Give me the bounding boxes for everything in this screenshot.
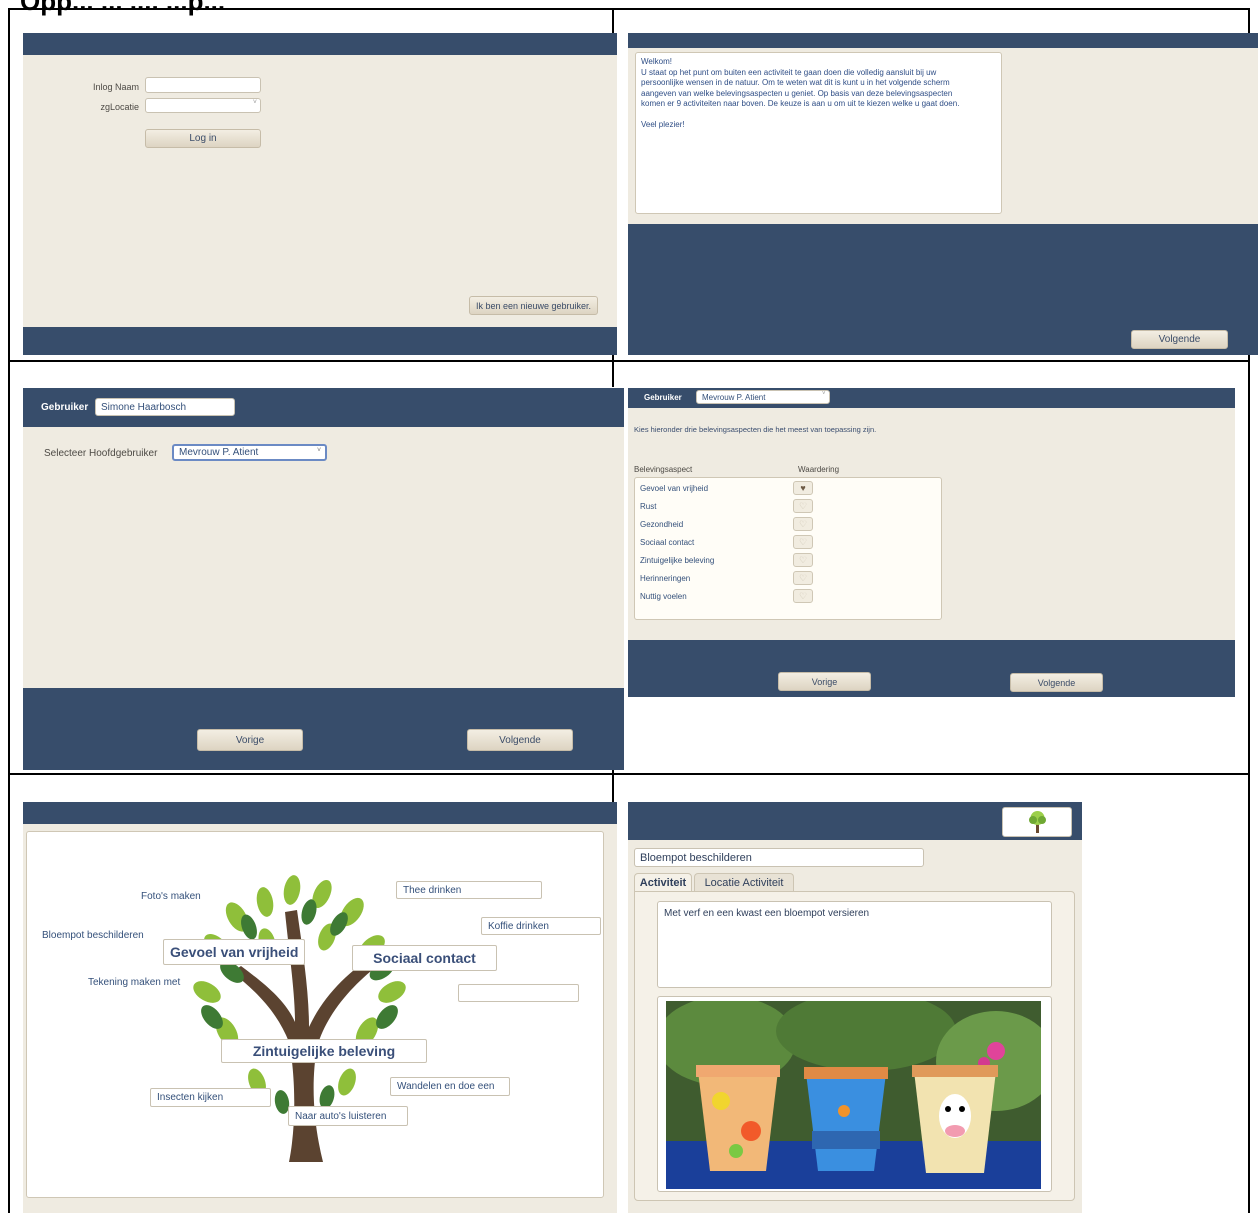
tab-content: Met verf en een kwast een bloempot versi… (634, 891, 1075, 1201)
activity-label-insecten[interactable]: Insecten kijken (150, 1088, 271, 1107)
chevron-down-icon: ˅ (317, 447, 322, 454)
heart-icon[interactable]: ♡ (793, 499, 813, 513)
activity-label-thee[interactable]: Thee drinken (396, 881, 542, 899)
heart-icon[interactable]: ♡ (793, 517, 813, 531)
next-button[interactable]: Volgende (467, 729, 573, 751)
new-user-button[interactable]: Ik ben een nieuwe gebruiker. (469, 296, 598, 315)
welcome-line: U staat op het punt om buiten een activi… (641, 67, 937, 77)
grid-line (612, 8, 614, 34)
grid-line (8, 773, 1250, 775)
activity-title-input[interactable]: Bloempot beschilderen (634, 848, 924, 867)
login-name-label: Inlog Naam (92, 82, 139, 92)
table-row: Nuttig voelen (635, 587, 941, 605)
location-label: zgLocatie (100, 102, 139, 112)
chevron-down-icon: ˅ (252, 99, 257, 106)
chevron-down-icon: ˅ (822, 391, 826, 397)
aspects-screen: Gebruiker Mevrouw P. Atient ˅ Kies hiero… (628, 388, 1235, 697)
activity-empty-field[interactable] (458, 984, 579, 1002)
table-row: Rust (635, 497, 941, 515)
aspect-label-zintuig[interactable]: Zintuigelijke beleving (221, 1039, 427, 1063)
heart-icon[interactable]: ♡ (793, 553, 813, 567)
tree-canvas: Foto's maken Thee drinken Koffie drinken… (26, 831, 604, 1198)
user-select[interactable]: Mevrouw P. Atient (696, 390, 830, 404)
instruction-text: Kies hieronder drie belevingsaspecten di… (634, 425, 877, 434)
top-bar (23, 802, 617, 824)
aspects-table: Gevoel van vrijheid ♥ Rust ♡ Gezondheid … (634, 477, 942, 620)
activity-body: Bloempot beschilderen Activiteit Locatie… (628, 840, 1082, 1213)
table-row: Gevoel van vrijheid (635, 479, 941, 497)
grid-line (8, 8, 10, 1213)
tree-icon (1029, 811, 1046, 833)
aspect-label: Rust (640, 501, 657, 511)
user-label: Gebruiker (644, 393, 682, 402)
activity-label-koffie[interactable]: Koffie drinken (481, 917, 601, 935)
description-box[interactable]: Met verf en een kwast een bloempot versi… (657, 901, 1052, 988)
heart-icon[interactable]: ♡ (793, 535, 813, 549)
next-button[interactable]: Volgende (1010, 673, 1103, 692)
table-row: Sociaal contact (635, 533, 941, 551)
login-screen: Inlog Naam zgLocatie ˅ Log in Ik ben een… (23, 33, 617, 355)
activity-label-wandelen[interactable]: Wandelen en doe een (390, 1077, 510, 1096)
welcome-line: aangeven van welke belevingsaspecten u g… (641, 88, 953, 98)
aspect-label: Zintuigelijke beleving (640, 555, 715, 565)
aspect-label: Sociaal contact (640, 537, 695, 547)
welcome-text-box: Welkom! U staat op het punt om buiten ee… (635, 52, 1002, 214)
tab-locatie-activiteit[interactable]: Locatie Activiteit (694, 873, 794, 891)
select-user-screen: Gebruiker Simone Haarbosch Selecteer Hoo… (23, 388, 624, 770)
welcome-line: Veel plezier! (641, 120, 685, 129)
bottom-area (628, 640, 1235, 697)
aspect-label: Gevoel van vrijheid (640, 483, 709, 493)
table-row: Herinneringen (635, 569, 941, 587)
main-user-label: Selecteer Hoofdgebruiker (44, 448, 158, 459)
aspect-label-vrijheid[interactable]: Gevoel van vrijheid (163, 939, 306, 965)
activity-screen: Bloempot beschilderen Activiteit Locatie… (628, 802, 1248, 1213)
user-label: Gebruiker (41, 402, 89, 413)
welcome-line (641, 110, 996, 121)
location-select[interactable]: ˅ (145, 98, 261, 113)
grid-line (8, 8, 1250, 10)
prev-button[interactable]: Vorige (197, 729, 303, 751)
welcome-line: komen er 9 activiteiten naar boven. De k… (641, 99, 960, 108)
tree-screen: Foto's maken Thee drinken Koffie drinken… (23, 802, 617, 1213)
login-name-input[interactable] (145, 77, 261, 93)
activity-description: Met verf en een kwast een bloempot versi… (664, 908, 870, 919)
aspect-label: Gezondheid (640, 519, 684, 529)
user-input[interactable]: Simone Haarbosch (95, 398, 235, 416)
activity-label-tekening: Tekening maken met (88, 977, 181, 988)
activity-label-bloempot: Bloempot beschilderen (42, 930, 144, 941)
prev-button[interactable]: Vorige (778, 672, 871, 691)
welcome-screen: Welkom! U staat op het punt om buiten ee… (628, 33, 1258, 355)
aspect-label: Herinneringen (640, 573, 691, 583)
activity-label-foto: Foto's maken (141, 891, 201, 902)
heart-icon[interactable]: ♡ (793, 571, 813, 585)
table-row: Gezondheid (635, 515, 941, 533)
welcome-line: Welkom! (641, 57, 672, 66)
tab-activiteit[interactable]: Activiteit (634, 873, 692, 891)
grid-line (8, 360, 1250, 362)
welcome-line: persoonlijke wensen in de natuur. Om te … (641, 78, 950, 87)
next-button[interactable]: Volgende (1131, 330, 1228, 349)
flower-pots-image (666, 1001, 1041, 1189)
activity-label-autos[interactable]: Naar auto's luisteren (288, 1106, 408, 1126)
aspect-label: Nuttig voelen (640, 591, 687, 601)
column-aspect: Belevingsaspect (634, 465, 693, 474)
tree-logo-button[interactable] (1002, 807, 1072, 837)
table-row: Zintuigelijke beleving (635, 551, 941, 569)
activity-photo-frame (657, 996, 1052, 1192)
grid-line (612, 770, 614, 802)
heart-icon[interactable]: ♥ (793, 481, 813, 495)
heart-icon[interactable]: ♡ (793, 589, 813, 603)
top-bar (23, 33, 617, 55)
aspect-label-sociaal[interactable]: Sociaal contact (352, 945, 497, 971)
bottom-bar (23, 327, 617, 355)
main-user-select[interactable]: Mevrouw P. Atient (172, 444, 327, 461)
column-rating: Waardering (798, 465, 840, 474)
top-bar (628, 33, 1258, 48)
login-button[interactable]: Log in (145, 129, 261, 148)
